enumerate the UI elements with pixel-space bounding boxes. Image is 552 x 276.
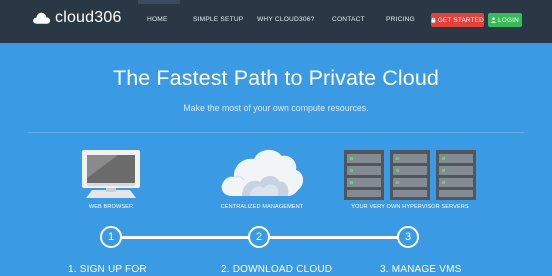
get-started-label: GET STARTED — [437, 16, 484, 24]
step-title-3: 3. MANAGE VMs — [380, 264, 462, 275]
caption-hypervisor-servers: YOUR VERY OWN HYPERVISOR SERVERS — [351, 204, 469, 210]
login-button[interactable]: LOGIN — [488, 13, 522, 27]
brand-logo[interactable]: cloud306 — [32, 9, 122, 27]
nav-link-simple-setup[interactable]: SIMPLE SETUP — [193, 16, 243, 23]
monitor-icon — [82, 150, 140, 198]
step-title-2: 2. DOWNLOAD CLOUD — [221, 264, 333, 275]
nav-link-pricing[interactable]: PRICING — [386, 16, 415, 23]
step-circle-2: 2 — [248, 226, 270, 248]
step-circle-1: 1 — [100, 226, 122, 248]
nav-active-indicator — [138, 0, 180, 4]
section-divider — [28, 132, 524, 133]
cloud-icon — [221, 149, 304, 196]
step-circle-3: 3 — [397, 226, 419, 248]
top-nav-bar: cloud306 HOME SIMPLE SETUP WHY CLOUD306?… — [0, 0, 552, 43]
servers-icon — [344, 150, 476, 200]
login-label: LOGIN — [498, 16, 519, 24]
lock-icon — [431, 17, 436, 23]
caption-centralized-management: CENTRALIZED MANAGEMENT — [220, 204, 304, 210]
caption-web-browser: WEB BROWSER — [88, 204, 134, 210]
step-title-1: 1. SIGN UP FOR — [68, 264, 147, 275]
brand-name: cloud306 — [55, 9, 122, 26]
hero-subtitle: Make the most of your own compute resour… — [183, 103, 369, 113]
hero-title: The Fastest Path to Private Cloud — [113, 66, 439, 90]
nav-link-why-cloud306[interactable]: WHY CLOUD306? — [257, 16, 314, 23]
cloud-icon — [33, 12, 51, 24]
nav-link-home[interactable]: HOME — [147, 16, 168, 23]
nav-link-contact[interactable]: CONTACT — [332, 16, 365, 23]
user-icon — [491, 17, 496, 23]
get-started-button[interactable]: GET STARTED — [431, 13, 484, 27]
